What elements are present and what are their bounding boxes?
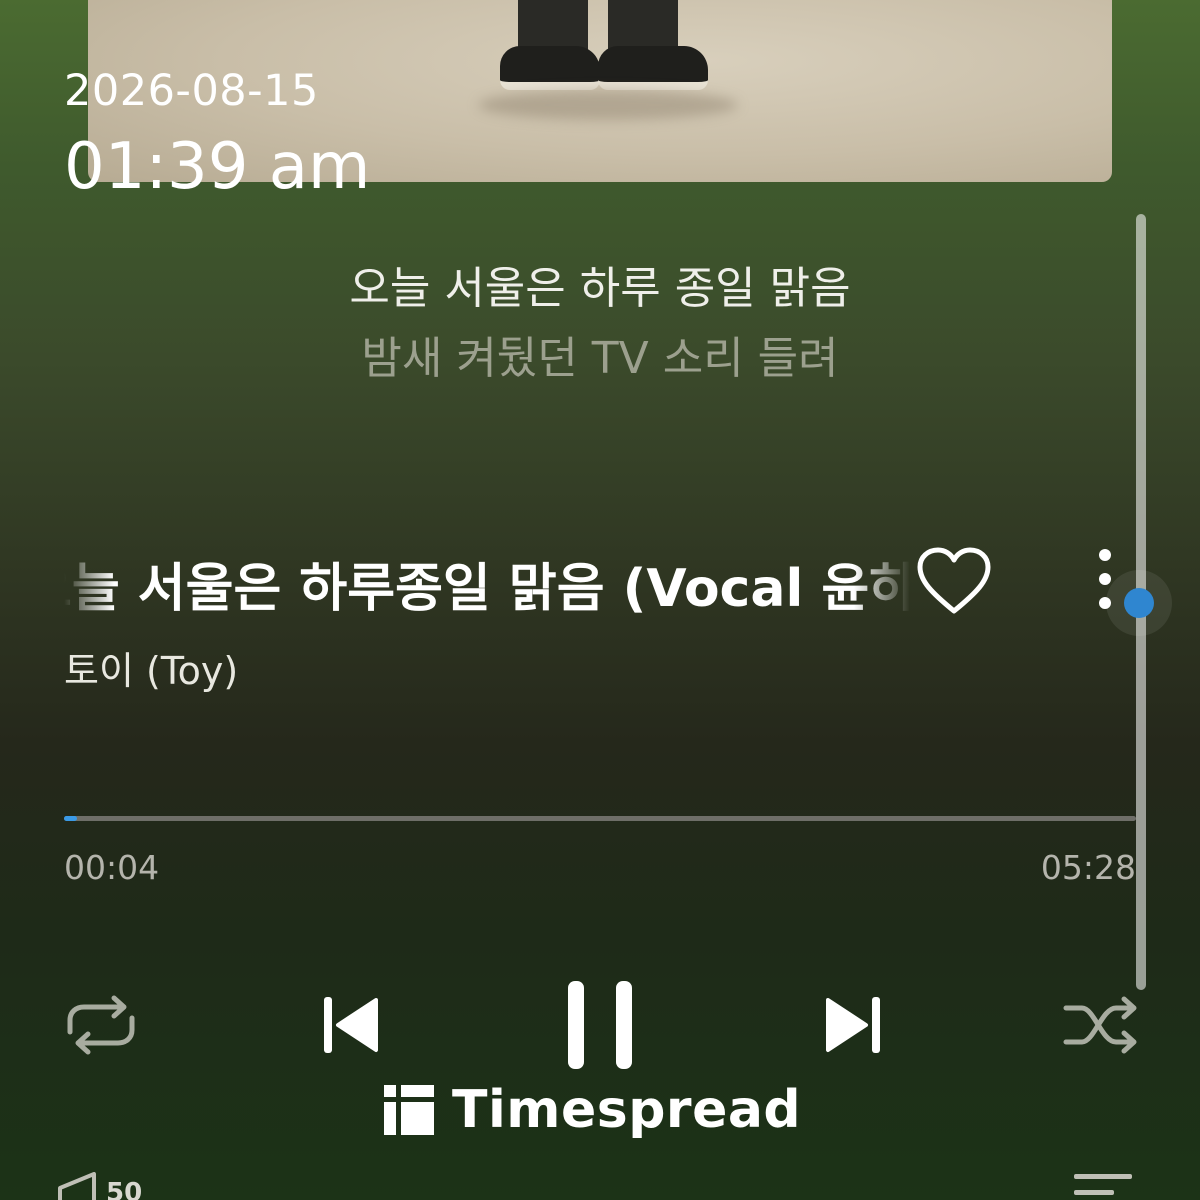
total-duration: 05:28	[1040, 848, 1136, 887]
queue-icon	[1074, 1174, 1132, 1195]
progress-bar-fill	[64, 816, 77, 821]
repeat-icon	[67, 995, 135, 1055]
album-art-shadow	[478, 90, 738, 120]
song-title-marquee: 오늘 서울은 하루종일 맑음 (Vocal 윤하)	[64, 540, 910, 620]
volume-level: 50	[106, 1178, 143, 1200]
clock-date: 2026-08-15	[64, 66, 319, 116]
queue-button[interactable]	[1068, 1170, 1138, 1200]
pause-button[interactable]	[560, 975, 644, 1075]
speaker-icon	[58, 1172, 96, 1200]
album-art-figure-shoe-right	[598, 46, 708, 90]
shuffle-icon	[1063, 996, 1137, 1054]
like-button[interactable]	[914, 545, 994, 617]
clock-time: 01:39 am	[64, 130, 371, 204]
lyric-line-current[interactable]: 오늘 서울은 하루 종일 맑음	[0, 252, 1200, 316]
repeat-button[interactable]	[56, 990, 146, 1060]
progress-bar[interactable]	[64, 816, 1136, 821]
volume-button[interactable]	[54, 1172, 104, 1200]
heart-icon	[917, 547, 991, 614]
artist-name[interactable]: 토이 (Toy)	[64, 640, 238, 695]
volume-scrollbar-thumb[interactable]	[1124, 588, 1154, 618]
pause-icon	[568, 981, 632, 1069]
more-options-button[interactable]	[1090, 545, 1120, 617]
watermark-text: Timespread	[452, 1080, 802, 1140]
more-vertical-icon	[1099, 549, 1111, 609]
next-track-button[interactable]	[818, 990, 888, 1060]
previous-track-button[interactable]	[318, 990, 388, 1060]
lyric-line-next[interactable]: 밤새 켜뒀던 TV 소리 들려	[0, 322, 1200, 386]
album-art-figure-shoe-left	[500, 46, 600, 90]
shuffle-button[interactable]	[1060, 990, 1146, 1060]
skip-previous-icon	[324, 997, 378, 1053]
song-title: 오늘 서울은 하루종일 맑음 (Vocal 윤하)	[64, 559, 910, 619]
timespread-logo-icon	[384, 1085, 434, 1135]
music-player-screen: 2026-08-15 01:39 am 오늘 서울은 하루 종일 맑음 밤새 켜…	[0, 0, 1200, 1200]
watermark: Timespread	[384, 1080, 801, 1140]
skip-next-icon	[826, 997, 880, 1053]
elapsed-time: 00:04	[64, 848, 160, 887]
